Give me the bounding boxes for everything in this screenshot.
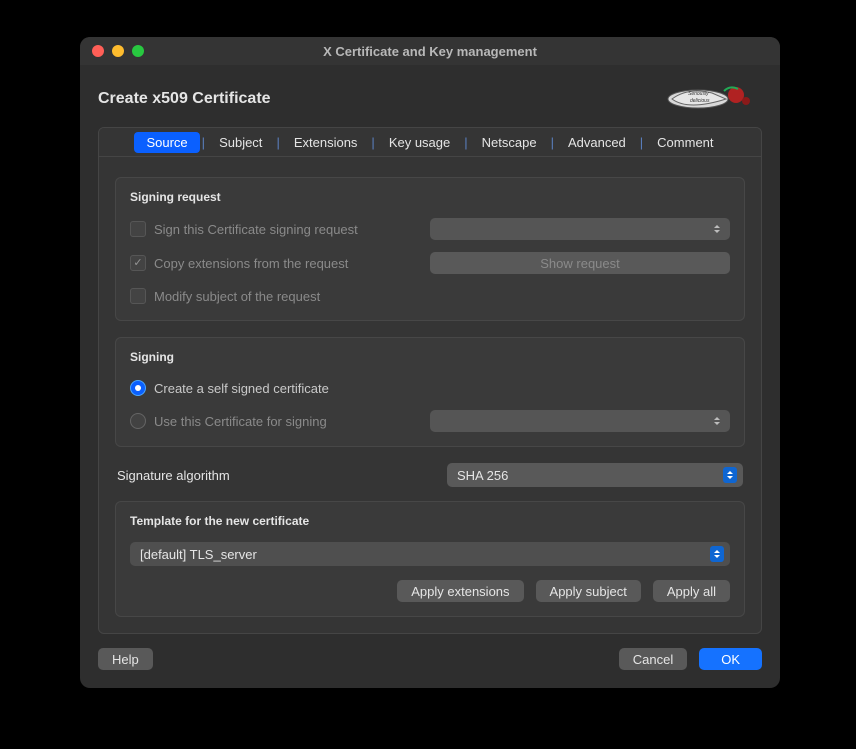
tab-separator: | [276, 135, 279, 150]
copy-extensions-checkbox[interactable] [130, 255, 146, 271]
ok-button[interactable]: OK [699, 648, 762, 670]
modify-subject-checkbox[interactable] [130, 288, 146, 304]
use-cert-label: Use this Certificate for signing [154, 414, 327, 429]
signer-cert-select[interactable] [430, 410, 730, 432]
chevron-updown-icon [710, 221, 724, 237]
help-button[interactable]: Help [98, 648, 153, 670]
tab-separator: | [640, 135, 643, 150]
svg-text:Seriously: Seriously [688, 91, 709, 97]
sign-csr-label: Sign this Certificate signing request [154, 222, 358, 237]
cancel-button[interactable]: Cancel [619, 648, 687, 670]
tab-advanced[interactable]: Advanced [556, 132, 638, 153]
tab-key-usage[interactable]: Key usage [377, 132, 462, 153]
sign-csr-checkbox[interactable] [130, 221, 146, 237]
apply-all-button[interactable]: Apply all [653, 580, 730, 602]
tab-bar: Source | Subject | Extensions | Key usag… [99, 128, 761, 157]
window-title: X Certificate and Key management [80, 44, 780, 59]
signing-group: Signing Create a self signed certificate… [115, 337, 745, 447]
tab-subject[interactable]: Subject [207, 132, 274, 153]
main-panel: Source | Subject | Extensions | Key usag… [98, 127, 762, 634]
page-title: Create x509 Certificate [98, 90, 271, 108]
chevron-updown-icon [723, 467, 737, 483]
section-label-template: Template for the new certificate [130, 514, 730, 528]
sig-alg-select[interactable]: SHA 256 [447, 463, 743, 487]
app-logo-icon: Seriously delicious [666, 81, 762, 117]
self-signed-label: Create a self signed certificate [154, 381, 329, 396]
show-request-button[interactable]: Show request [430, 252, 730, 274]
tab-separator: | [551, 135, 554, 150]
tab-source[interactable]: Source [134, 132, 199, 153]
tab-comment[interactable]: Comment [645, 132, 725, 153]
sig-alg-label: Signature algorithm [117, 468, 447, 483]
tab-extensions[interactable]: Extensions [282, 132, 370, 153]
signing-request-group: Signing request Sign this Certificate si… [115, 177, 745, 321]
section-label-signing-request: Signing request [130, 190, 730, 204]
titlebar: X Certificate and Key management [80, 37, 780, 65]
sig-alg-value: SHA 256 [457, 468, 508, 483]
self-signed-radio[interactable] [130, 380, 146, 396]
apply-extensions-button[interactable]: Apply extensions [397, 580, 523, 602]
svg-text:delicious: delicious [690, 98, 710, 104]
copy-extensions-label: Copy extensions from the request [154, 256, 348, 271]
apply-subject-button[interactable]: Apply subject [536, 580, 641, 602]
template-group: Template for the new certificate [defaul… [115, 501, 745, 617]
tab-separator: | [371, 135, 374, 150]
template-value: [default] TLS_server [140, 547, 257, 562]
template-select[interactable]: [default] TLS_server [130, 542, 730, 566]
modify-subject-label: Modify subject of the request [154, 289, 320, 304]
tab-separator: | [202, 135, 205, 150]
tab-netscape[interactable]: Netscape [470, 132, 549, 153]
tab-separator: | [464, 135, 467, 150]
section-label-signing: Signing [130, 350, 730, 364]
window: X Certificate and Key management Create … [80, 37, 780, 688]
csr-select[interactable] [430, 218, 730, 240]
chevron-updown-icon [710, 413, 724, 429]
use-cert-radio[interactable] [130, 413, 146, 429]
chevron-updown-icon [710, 546, 724, 562]
